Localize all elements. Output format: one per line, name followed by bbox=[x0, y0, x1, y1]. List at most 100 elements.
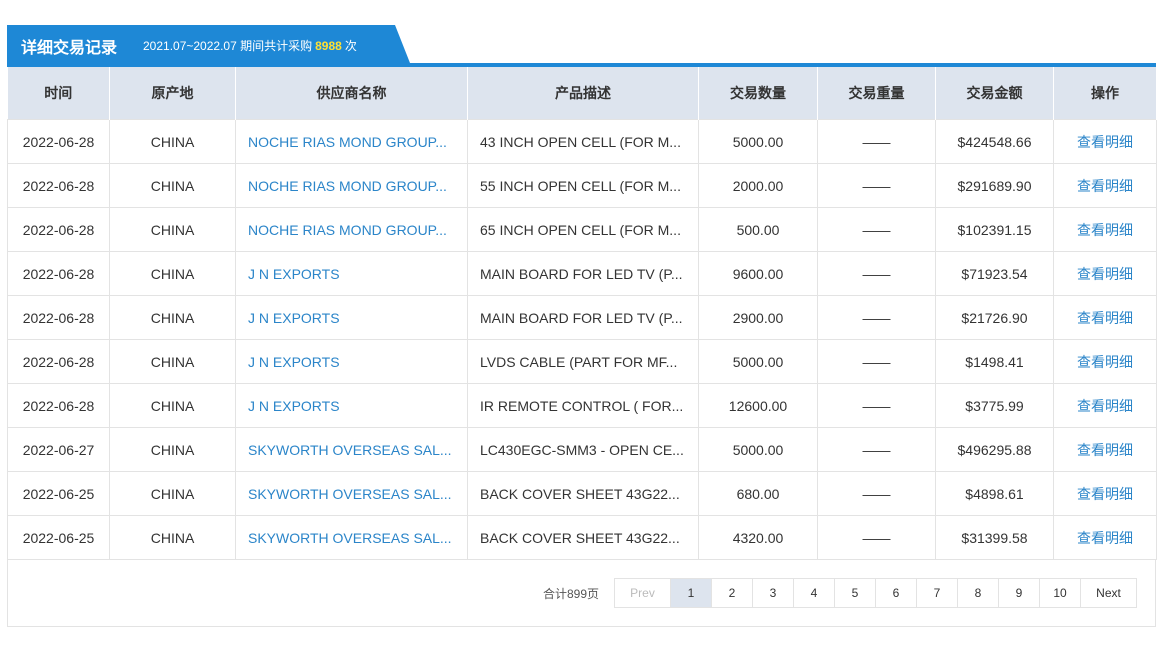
table-row: 2022-06-28 CHINA J N EXPORTS MAIN BOARD FOR… bbox=[7, 251, 1157, 296]
cell-quantity: 9600.00 bbox=[698, 251, 818, 296]
transaction-panel: 详细交易记录 2021.07~2022.07 期间共计采购 8988 次 时间 原产… bbox=[7, 25, 1157, 627]
page-button-7[interactable]: 7 bbox=[916, 578, 958, 608]
cell-date: 2022-06-25 bbox=[7, 471, 110, 516]
table-row: 2022-06-28 CHINA J N EXPORTS IR REMOTE CONT… bbox=[7, 383, 1157, 428]
next-page-button[interactable]: Next bbox=[1080, 578, 1137, 608]
column-header-action: 操作 bbox=[1053, 67, 1157, 120]
column-header-amount: 交易金额 bbox=[935, 67, 1054, 120]
view-details-link[interactable]: 查看明细 bbox=[1053, 251, 1157, 296]
cell-description: IR REMOTE CONTROL ( FOR... bbox=[467, 383, 699, 428]
cell-supplier-link[interactable]: SKYWORTH OVERSEAS SAL... bbox=[235, 471, 468, 516]
table-row: 2022-06-28 CHINA NOCHE RIAS MOND GROUP... 5… bbox=[7, 163, 1157, 208]
view-details-link[interactable]: 查看明细 bbox=[1053, 471, 1157, 516]
cell-amount: $4898.61 bbox=[935, 471, 1054, 516]
cell-origin: CHINA bbox=[109, 207, 236, 252]
page-total: 合计899页 bbox=[543, 587, 600, 601]
panel-header: 详细交易记录 2021.07~2022.07 期间共计采购 8988 次 bbox=[7, 25, 1156, 67]
cell-amount: $496295.88 bbox=[935, 427, 1054, 472]
column-header-origin: 原产地 bbox=[109, 67, 236, 120]
cell-description: BACK COVER SHEET 43G22... bbox=[467, 515, 699, 560]
cell-date: 2022-06-28 bbox=[7, 207, 110, 252]
column-header-date: 时间 bbox=[7, 67, 110, 120]
cell-amount: $31399.58 bbox=[935, 515, 1054, 560]
cell-date: 2022-06-28 bbox=[7, 163, 110, 208]
view-details-link[interactable]: 查看明细 bbox=[1053, 295, 1157, 340]
table-row: 2022-06-28 CHINA J N EXPORTS MAIN BOARD FOR… bbox=[7, 295, 1157, 340]
cell-description: MAIN BOARD FOR LED TV (P... bbox=[467, 295, 699, 340]
view-details-link[interactable]: 查看明细 bbox=[1053, 207, 1157, 252]
cell-weight: —— bbox=[817, 383, 936, 428]
cell-amount: $291689.90 bbox=[935, 163, 1054, 208]
cell-supplier-link[interactable]: J N EXPORTS bbox=[235, 383, 468, 428]
cell-supplier-link[interactable]: NOCHE RIAS MOND GROUP... bbox=[235, 119, 468, 164]
page-button-3[interactable]: 3 bbox=[752, 578, 794, 608]
cell-origin: CHINA bbox=[109, 339, 236, 384]
prev-page-button[interactable]: Prev bbox=[614, 578, 671, 608]
cell-weight: —— bbox=[817, 251, 936, 296]
cell-date: 2022-06-25 bbox=[7, 515, 110, 560]
cell-supplier-link[interactable]: J N EXPORTS bbox=[235, 295, 468, 340]
page-button-4[interactable]: 4 bbox=[793, 578, 835, 608]
cell-date: 2022-06-28 bbox=[7, 119, 110, 164]
table-row: 2022-06-28 CHINA NOCHE RIAS MOND GROUP... 6… bbox=[7, 207, 1157, 252]
cell-supplier-link[interactable]: NOCHE RIAS MOND GROUP... bbox=[235, 207, 468, 252]
page-button-1[interactable]: 1 bbox=[670, 578, 712, 608]
view-details-link[interactable]: 查看明细 bbox=[1053, 119, 1157, 164]
cell-date: 2022-06-28 bbox=[7, 339, 110, 384]
cell-quantity: 2000.00 bbox=[698, 163, 818, 208]
cell-supplier-link[interactable]: SKYWORTH OVERSEAS SAL... bbox=[235, 515, 468, 560]
header-tab: 详细交易记录 2021.07~2022.07 期间共计采购 8988 次 bbox=[7, 25, 410, 63]
cell-quantity: 5000.00 bbox=[698, 427, 818, 472]
cell-supplier-link[interactable]: SKYWORTH OVERSEAS SAL... bbox=[235, 427, 468, 472]
table-header-row: 时间 原产地 供应商名称 产品描述 交易数量 交易重量 交易金额 操作 bbox=[7, 67, 1157, 120]
column-header-weight: 交易重量 bbox=[817, 67, 936, 120]
cell-supplier-link[interactable]: NOCHE RIAS MOND GROUP... bbox=[235, 163, 468, 208]
period-text: 2021.07~2022.07 期间共计采购 bbox=[143, 39, 313, 53]
purchase-count: 8988 bbox=[315, 39, 342, 53]
cell-date: 2022-06-27 bbox=[7, 427, 110, 472]
cell-origin: CHINA bbox=[109, 383, 236, 428]
period-summary: 2021.07~2022.07 期间共计采购 8988 次 bbox=[143, 37, 357, 54]
page-button-10[interactable]: 10 bbox=[1039, 578, 1081, 608]
cell-supplier-link[interactable]: J N EXPORTS bbox=[235, 339, 468, 384]
page-button-8[interactable]: 8 bbox=[957, 578, 999, 608]
cell-origin: CHINA bbox=[109, 119, 236, 164]
cell-description: LC430EGC-SMM3 - OPEN CE... bbox=[467, 427, 699, 472]
cell-quantity: 5000.00 bbox=[698, 339, 818, 384]
pagination: 合计899页 Prev 1 2 3 4 5 6 7 8 9 10 Next bbox=[7, 560, 1156, 627]
cell-weight: —— bbox=[817, 471, 936, 516]
cell-quantity: 5000.00 bbox=[698, 119, 818, 164]
table-row: 2022-06-28 CHINA NOCHE RIAS MOND GROUP... 4… bbox=[7, 119, 1157, 164]
view-details-link[interactable]: 查看明细 bbox=[1053, 339, 1157, 384]
cell-amount: $71923.54 bbox=[935, 251, 1054, 296]
cell-description: 43 INCH OPEN CELL (FOR M... bbox=[467, 119, 699, 164]
cell-quantity: 12600.00 bbox=[698, 383, 818, 428]
page-button-5[interactable]: 5 bbox=[834, 578, 876, 608]
page-title: 详细交易记录 bbox=[21, 40, 118, 57]
cell-amount: $102391.15 bbox=[935, 207, 1054, 252]
page-button-2[interactable]: 2 bbox=[711, 578, 753, 608]
column-header-quantity: 交易数量 bbox=[698, 67, 818, 120]
cell-date: 2022-06-28 bbox=[7, 295, 110, 340]
page-button-9[interactable]: 9 bbox=[998, 578, 1040, 608]
view-details-link[interactable]: 查看明细 bbox=[1053, 427, 1157, 472]
cell-date: 2022-06-28 bbox=[7, 251, 110, 296]
cell-description: LVDS CABLE (PART FOR MF... bbox=[467, 339, 699, 384]
cell-amount: $21726.90 bbox=[935, 295, 1054, 340]
cell-origin: CHINA bbox=[109, 295, 236, 340]
cell-origin: CHINA bbox=[109, 163, 236, 208]
cell-amount: $424548.66 bbox=[935, 119, 1054, 164]
cell-quantity: 2900.00 bbox=[698, 295, 818, 340]
page-button-6[interactable]: 6 bbox=[875, 578, 917, 608]
view-details-link[interactable]: 查看明细 bbox=[1053, 383, 1157, 428]
cell-supplier-link[interactable]: J N EXPORTS bbox=[235, 251, 468, 296]
cell-weight: —— bbox=[817, 207, 936, 252]
cell-quantity: 500.00 bbox=[698, 207, 818, 252]
view-details-link[interactable]: 查看明细 bbox=[1053, 163, 1157, 208]
column-header-description: 产品描述 bbox=[467, 67, 699, 120]
cell-weight: —— bbox=[817, 515, 936, 560]
table-row: 2022-06-25 CHINA SKYWORTH OVERSEAS SAL... B… bbox=[7, 515, 1157, 560]
view-details-link[interactable]: 查看明细 bbox=[1053, 515, 1157, 560]
cell-description: 55 INCH OPEN CELL (FOR M... bbox=[467, 163, 699, 208]
cell-description: MAIN BOARD FOR LED TV (P... bbox=[467, 251, 699, 296]
